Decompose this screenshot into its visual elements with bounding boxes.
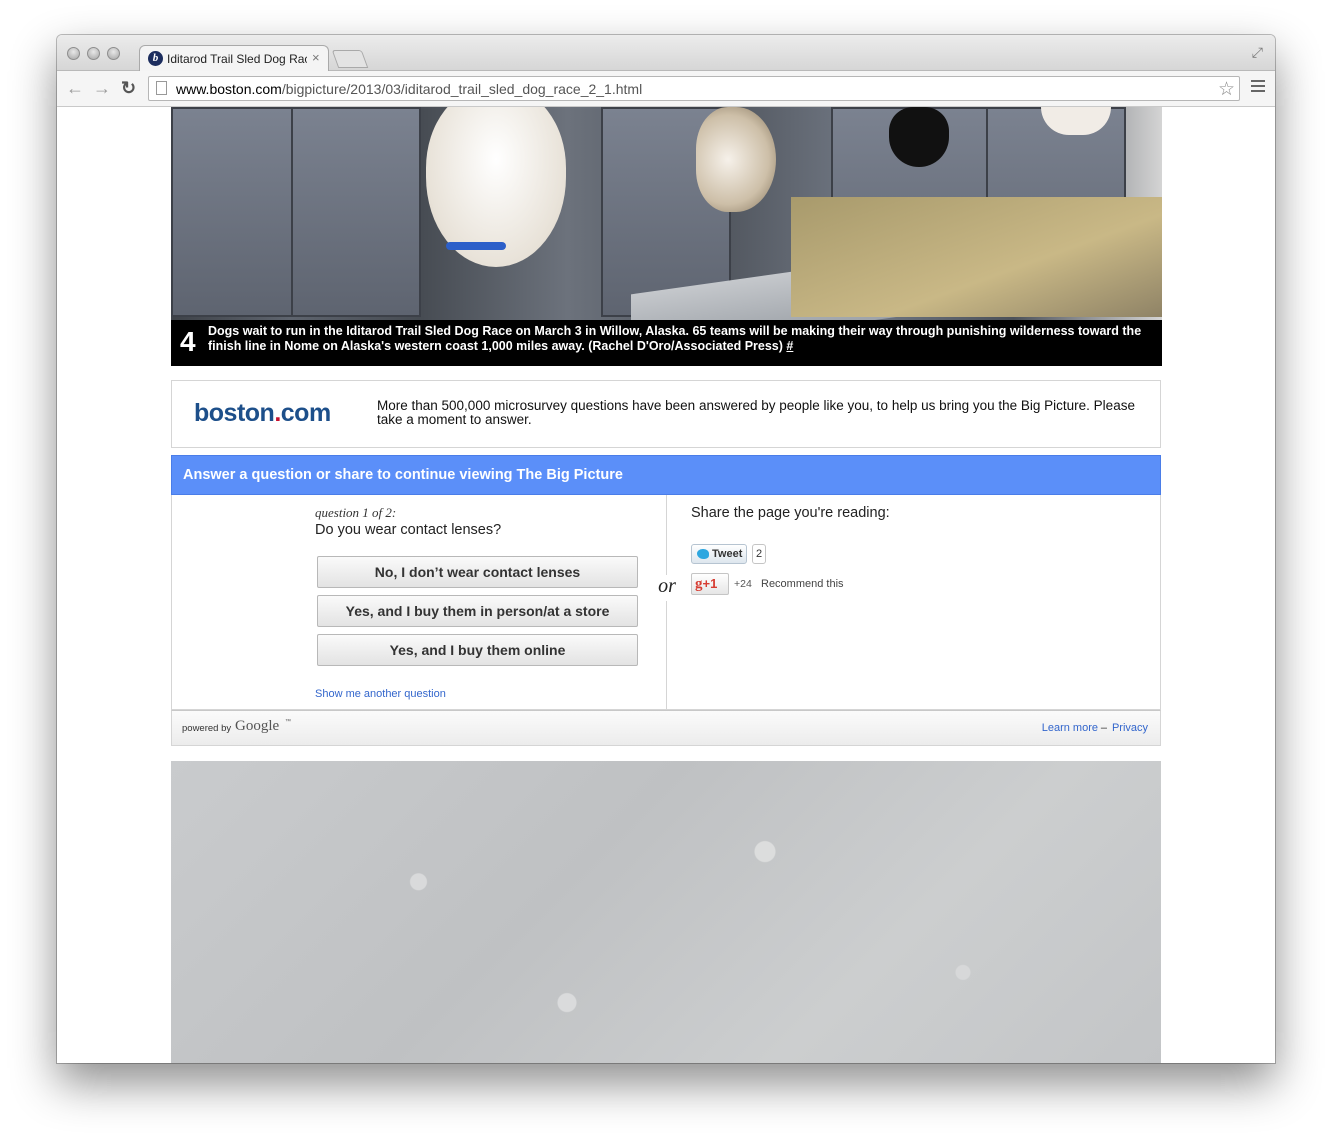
tweet-button[interactable]: Tweet xyxy=(691,544,747,564)
tab-title: Iditarod Trail Sled Dog Race xyxy=(167,52,307,66)
title-bar: b Iditarod Trail Sled Dog Race × ⤢ xyxy=(57,35,1275,72)
learn-more-link[interactable]: Learn more xyxy=(1042,722,1098,734)
url-text: www.boston.com/bigpicture/2013/03/iditar… xyxy=(176,81,642,97)
question-text: Do you wear contact lenses? xyxy=(315,522,502,538)
answer-store-button[interactable]: Yes, and I buy them in person/at a store xyxy=(317,595,638,627)
browser-tab[interactable]: b Iditarod Trail Sled Dog Race × xyxy=(139,45,329,72)
url-domain: www.boston.com xyxy=(176,81,282,97)
fullscreen-icon[interactable]: ⤢ xyxy=(1252,44,1263,61)
answer-online-button[interactable]: Yes, and I buy them online xyxy=(317,634,638,666)
survey-intro: More than 500,000 microsurvey questions … xyxy=(377,398,1135,427)
survey-prompt-bar: Answer a question or share to continue v… xyxy=(171,455,1161,495)
minimize-window-button[interactable] xyxy=(87,47,100,60)
powered-by-label: powered by xyxy=(182,723,232,734)
bookmark-star-icon[interactable]: ☆ xyxy=(1218,78,1235,101)
new-tab-button[interactable] xyxy=(331,50,369,68)
google-plus-icon: g xyxy=(695,576,703,592)
recommend-label: Recommend this xyxy=(761,578,844,590)
menu-icon[interactable] xyxy=(1251,80,1265,95)
gplus-count: +24 xyxy=(734,578,752,590)
footer-separator: – xyxy=(1100,722,1107,734)
caption-body: Dogs wait to run in the Iditarod Trail S… xyxy=(208,324,1142,353)
zoom-window-button[interactable] xyxy=(107,47,120,60)
column-divider xyxy=(666,495,667,710)
husky-dog xyxy=(696,107,776,212)
survey-prompt: Answer a question or share to continue v… xyxy=(183,467,623,483)
browser-toolbar: ← → ↻ www.boston.com/bigpicture/2013/03/… xyxy=(57,71,1275,107)
address-bar[interactable]: www.boston.com/bigpicture/2013/03/iditar… xyxy=(148,76,1240,101)
gplus-label: +1 xyxy=(702,576,718,591)
caption-text: Dogs wait to run in the Iditarod Trail S… xyxy=(208,324,1158,354)
google-plus-button[interactable]: g+1 xyxy=(691,573,729,595)
photo-number: 4 xyxy=(180,326,196,357)
back-icon[interactable]: ← xyxy=(66,78,84,99)
forward-icon[interactable]: → xyxy=(93,78,111,99)
page-icon xyxy=(156,81,167,95)
boston-logo: boston.com xyxy=(194,399,331,427)
permalink[interactable]: # xyxy=(786,339,793,353)
url-path: /bigpicture/2013/03/iditarod_trail_sled_… xyxy=(281,81,643,97)
tweet-count: 2 xyxy=(752,544,767,564)
survey-body: question 1 of 2: Do you wear contact len… xyxy=(171,495,1161,710)
browser-window: b Iditarod Trail Sled Dog Race × ⤢ ← → ↻… xyxy=(57,35,1275,1063)
photo-caption: 4 Dogs wait to run in the Iditarod Trail… xyxy=(171,320,1162,366)
page-content: 4 Dogs wait to run in the Iditarod Trail… xyxy=(57,107,1275,1063)
reload-icon[interactable]: ↻ xyxy=(121,78,136,99)
answer-no-button[interactable]: No, I don’t wear contact lenses xyxy=(317,556,638,588)
trademark: ™ xyxy=(285,719,291,725)
boston-favicon-icon: b xyxy=(148,51,163,66)
question-count: question 1 of 2: xyxy=(315,505,397,520)
privacy-link[interactable]: Privacy xyxy=(1112,722,1148,734)
or-label: or xyxy=(654,575,680,601)
tab-close-icon[interactable]: × xyxy=(312,50,320,65)
share-label: Share the page you're reading: xyxy=(691,505,890,521)
black-dog xyxy=(889,107,949,167)
survey-header: boston.com More than 500,000 microsurvey… xyxy=(171,380,1161,448)
tweet-label: Tweet xyxy=(712,548,743,560)
another-question-link[interactable]: Show me another question xyxy=(315,688,446,700)
snow-photo xyxy=(171,761,1161,1063)
close-window-button[interactable] xyxy=(67,47,80,60)
google-logo: Google xyxy=(235,718,280,734)
survey-footer: powered by Google ™ Learn more – Privacy xyxy=(171,710,1161,746)
twitter-bird-icon xyxy=(697,549,709,559)
